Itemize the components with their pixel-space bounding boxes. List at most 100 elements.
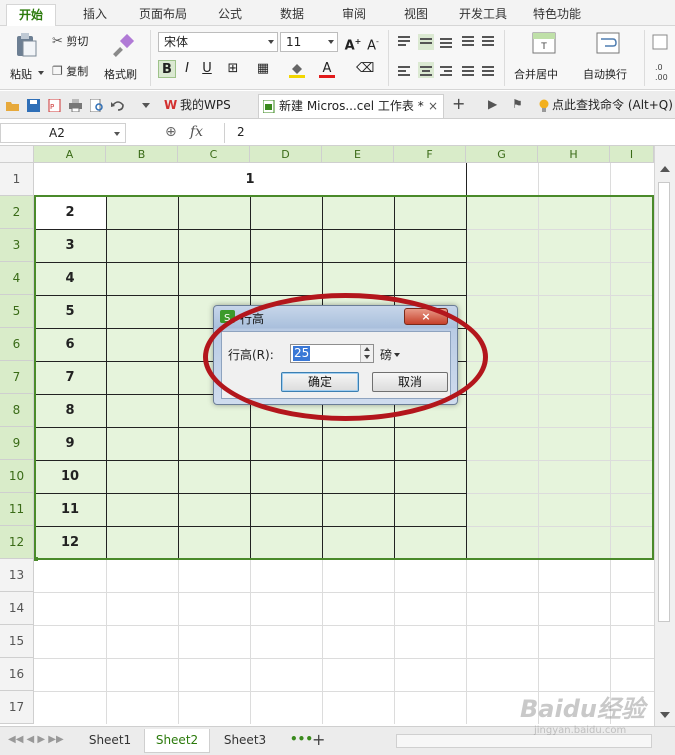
row-header[interactable]: 5 (0, 295, 34, 328)
tab-view[interactable]: 视图 (394, 4, 438, 26)
row-header[interactable]: 13 (0, 559, 34, 592)
zoom-search-icon[interactable]: ⊕ (165, 124, 177, 140)
cell-a4[interactable]: 4 (34, 262, 106, 295)
column-header[interactable]: A (34, 146, 106, 163)
column-header[interactable]: H (538, 146, 610, 163)
cell-a10[interactable]: 10 (34, 460, 106, 493)
cell-a5[interactable]: 5 (34, 295, 106, 328)
column-header[interactable]: D (250, 146, 322, 163)
cell-a6[interactable]: 6 (34, 328, 106, 361)
vertical-scrollbar[interactable] (654, 146, 675, 726)
cell-a12[interactable]: 12 (34, 526, 106, 559)
column-header[interactable]: B (106, 146, 178, 163)
merge-center-button[interactable]: T 合并居中 (512, 30, 576, 86)
column-header[interactable]: F (394, 146, 466, 163)
tab-data[interactable]: 数据 (270, 4, 314, 26)
folder-icon[interactable] (6, 99, 19, 112)
merged-cell-a1-f1[interactable]: 1 (34, 163, 466, 196)
decrease-font-icon[interactable]: A- (364, 33, 382, 53)
undo-icon[interactable] (111, 99, 124, 112)
cell-style-icon[interactable]: ▦ (254, 60, 272, 78)
doc-tab-mywps[interactable]: W 我的WPS (160, 94, 254, 118)
italic-button[interactable]: I (178, 60, 196, 78)
name-box[interactable]: A2 (0, 123, 126, 143)
doc-tab-workbook[interactable]: 新建 Micros...cel 工作表 * × (258, 94, 444, 118)
copy-button[interactable]: ❐ 复制 (52, 63, 88, 79)
print-icon[interactable] (69, 99, 82, 112)
insert-function-button[interactable]: fx (190, 124, 203, 140)
dialog-close-button[interactable]: × (404, 308, 448, 325)
unit-dropdown[interactable]: 磅 (380, 346, 401, 363)
font-name-combo[interactable]: 宋体 (158, 32, 278, 52)
increase-font-icon[interactable]: A+ (344, 33, 362, 53)
select-all-corner[interactable] (0, 146, 34, 163)
add-sheet-icon[interactable]: + (312, 730, 325, 749)
cell-a8[interactable]: 8 (34, 394, 106, 427)
scrollbar-thumb[interactable] (658, 182, 670, 622)
more-sheets-icon[interactable]: ••• (290, 732, 313, 746)
row-height-input[interactable]: 25 (290, 344, 374, 363)
cell-a3[interactable]: 3 (34, 229, 106, 262)
row-header[interactable]: 17 (0, 691, 34, 724)
formula-input[interactable]: 2 (224, 123, 675, 143)
column-header[interactable]: I (610, 146, 654, 163)
borders-icon[interactable]: ⊞ (224, 60, 242, 78)
new-tab-icon[interactable]: + (452, 94, 465, 113)
row-header[interactable]: 7 (0, 361, 34, 394)
share-icon[interactable]: ⚑ (512, 97, 523, 111)
row-header[interactable]: 10 (0, 460, 34, 493)
switch-window-icon[interactable]: ▶ (488, 97, 497, 111)
tab-home[interactable]: 开始 (6, 4, 56, 26)
row-header[interactable]: 16 (0, 658, 34, 691)
row-header[interactable]: 14 (0, 592, 34, 625)
font-color-icon[interactable]: A (318, 60, 336, 78)
row-header[interactable]: 1 (0, 163, 34, 196)
sheet-tab-2[interactable]: Sheet2 (144, 729, 210, 753)
sheet-nav-icons[interactable]: ◀◀ ◀ ▶ ▶▶ (8, 734, 64, 745)
spin-up-icon[interactable] (364, 347, 370, 351)
row-header[interactable]: 2 (0, 196, 34, 229)
fill-color-icon[interactable] (288, 60, 306, 78)
cut-button[interactable]: ✂ 剪切 (52, 33, 88, 49)
row-header[interactable]: 11 (0, 493, 34, 526)
spin-down-icon[interactable] (364, 355, 370, 359)
row-header[interactable]: 4 (0, 262, 34, 295)
row-header[interactable]: 8 (0, 394, 34, 427)
row-height-spinner[interactable] (360, 345, 373, 362)
tab-insert[interactable]: 插入 (70, 4, 120, 26)
pdf-icon[interactable]: P (48, 99, 61, 112)
cancel-button[interactable]: 取消 (372, 372, 448, 392)
cell-a11[interactable]: 11 (34, 493, 106, 526)
sheet-tab-1[interactable]: Sheet1 (78, 729, 142, 753)
row-header[interactable]: 15 (0, 625, 34, 658)
tab-page-layout[interactable]: 页面布局 (130, 4, 196, 26)
tab-formulas[interactable]: 公式 (208, 4, 252, 26)
bold-button[interactable]: B (158, 60, 176, 78)
font-size-combo[interactable]: 11 (280, 32, 338, 52)
underline-button[interactable]: U (198, 60, 216, 78)
save-icon[interactable] (27, 99, 40, 112)
chevron-down-icon[interactable] (142, 103, 150, 108)
row-header[interactable]: 6 (0, 328, 34, 361)
cell-a9[interactable]: 9 (34, 427, 106, 460)
format-painter-button[interactable]: 格式刷 (104, 30, 144, 86)
sheet-tab-3[interactable]: Sheet3 (212, 729, 278, 753)
row-header[interactable]: 9 (0, 427, 34, 460)
number-format-button[interactable]: .0.00 (650, 32, 675, 82)
column-header[interactable]: C (178, 146, 250, 163)
tab-review[interactable]: 审阅 (332, 4, 376, 26)
scroll-up-icon[interactable] (660, 166, 670, 172)
row-header[interactable]: 12 (0, 526, 34, 559)
print-preview-icon[interactable] (90, 99, 103, 112)
ok-button[interactable]: 确定 (281, 372, 359, 392)
tab-developer[interactable]: 开发工具 (450, 4, 516, 26)
close-icon[interactable]: × (428, 95, 438, 117)
column-header[interactable]: E (322, 146, 394, 163)
column-header[interactable]: G (466, 146, 538, 163)
tab-special[interactable]: 特色功能 (524, 4, 590, 26)
paste-button[interactable]: 粘贴 (6, 30, 46, 86)
row-header[interactable]: 3 (0, 229, 34, 262)
clear-format-icon[interactable]: ⌫ (356, 60, 374, 78)
search-command-box[interactable]: 点此查找命令 (Alt+Q) (536, 94, 675, 118)
cell-a2[interactable]: 2 (34, 196, 106, 229)
